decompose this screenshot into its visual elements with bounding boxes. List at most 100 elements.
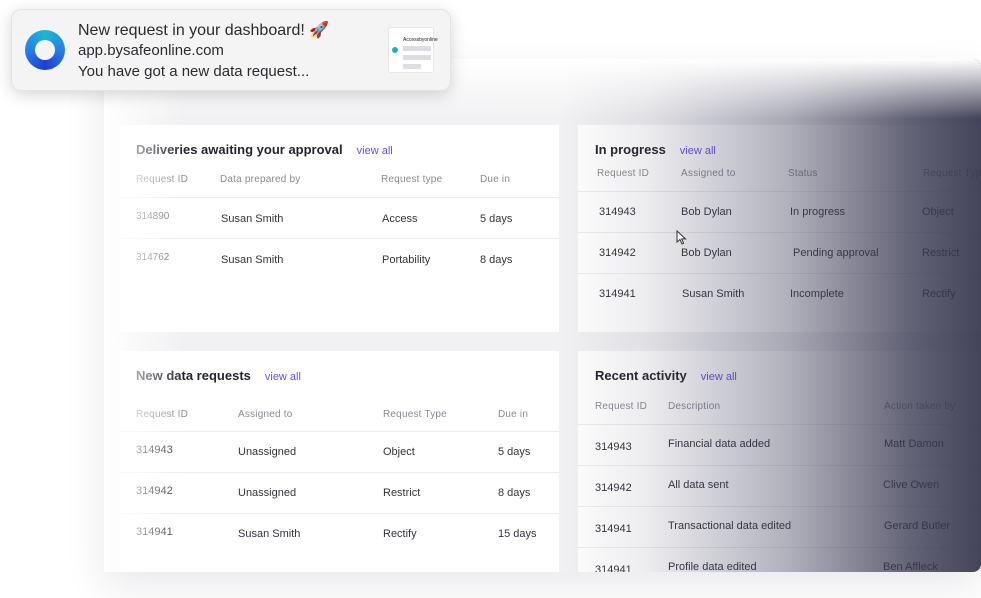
request-type: Portability [382,254,431,266]
status: In progress [790,206,846,218]
new-requests-view-all-link[interactable]: view all [265,371,301,383]
bysafe-logo-icon [25,30,65,70]
deliveries-panel: Deliveries awaiting your approval view a… [119,125,559,332]
request-id: 314943 [136,444,173,456]
request-type: Restrict [383,487,421,499]
column-header: Assigned to [681,168,736,179]
thumbnail-bar [403,46,431,51]
recent-activity-title: Recent activity [595,368,687,383]
due-in: 5 days [480,213,513,225]
notification-site: app.bysafeonline.com [78,42,224,59]
column-header: Request ID [597,168,650,179]
assigned-to: Unassigned [238,446,297,458]
request-type: Rectify [922,288,956,300]
request-type: Access [382,213,418,225]
request-id: 314943 [599,206,636,218]
column-header: Data prepared by [220,174,301,185]
assigned-to: Bob Dylan [681,206,732,218]
recent-activity-title-row: Recent activity view all [595,368,737,383]
column-header: Request Typ [923,168,981,179]
prepared-by: Susan Smith [221,254,284,266]
request-id: 314942 [599,247,636,259]
action-taken-by: Matt Damon [884,438,944,450]
deliveries-view-all-link[interactable]: view all [357,145,393,157]
new-requests-panel: New data requests view all Request ID As… [119,351,559,572]
description: All data sent [668,479,729,491]
thumbnail-dot-icon [392,47,398,53]
column-header: Request type [381,174,443,185]
action-taken-by: Gerard Butler [884,520,951,532]
request-type: Rectify [383,528,417,540]
column-header: Description [668,401,721,412]
column-header: Status [788,168,818,179]
table-row[interactable]: 314762 Susan Smith Portability 8 days [119,238,559,279]
notification-toast[interactable]: New request in your dashboard! 🚀 app.bys… [11,9,451,91]
description: Financial data added [668,438,771,450]
request-type: Object [922,206,954,218]
in-progress-view-all-link[interactable]: view all [680,145,716,157]
column-header: Due in [498,409,529,420]
in-progress-panel: In progress view all Request ID Assigned… [578,125,981,332]
column-header: Action taken by [884,401,956,412]
request-id: 314941 [595,523,632,535]
table-row[interactable]: 314941 Susan Smith Rectify 15 days [119,513,559,554]
thumbnail-text: Accessbyonline [403,37,438,43]
column-header: Request ID [136,409,189,420]
request-id: 314941 [599,288,636,300]
table-row[interactable]: 314942 Unassigned Restrict 8 days [119,472,559,513]
due-in: 8 days [498,487,531,499]
assigned-to: Unassigned [238,487,297,499]
column-header: Request ID [595,401,648,412]
request-type: Restrict [922,247,960,259]
notification-title: New request in your dashboard! 🚀 [78,22,330,39]
request-id: 314942 [136,485,173,497]
thumbnail-bar [403,64,421,69]
table-row[interactable]: 314943 Financial data added Matt Damon [578,424,981,465]
action-taken-by: Clive Owen [883,479,940,491]
request-id: 314943 [595,441,632,453]
column-header: Request Type [383,409,447,420]
assigned-to: Susan Smith [682,288,745,300]
request-id: 314762 [136,252,170,263]
table-row[interactable]: 314941 Susan Smith Incomplete Rectify [578,273,981,314]
due-in: 8 days [480,254,513,266]
thumbnail-bar [403,55,431,60]
notification-thumbnail: Accessbyonline [388,27,438,73]
column-header: Assigned to [238,409,293,420]
request-id: 314941 [595,564,632,572]
request-id: 314941 [136,526,173,538]
prepared-by: Susan Smith [221,213,284,225]
table-row[interactable]: 314890 Susan Smith Access 5 days [119,197,559,238]
table-row[interactable]: 314942 All data sent Clive Owen [578,465,981,506]
assigned-to: Bob Dylan [681,247,732,259]
status: Incomplete [790,288,844,300]
column-header: Due in [480,174,511,185]
action-taken-by: Ben Affleck [883,561,938,572]
column-header: Request ID [136,174,189,185]
dashboard: Deliveries awaiting your approval view a… [104,59,981,572]
new-requests-title: New data requests [136,368,251,383]
recent-activity-panel: Recent activity view all Request ID Desc… [578,351,981,572]
request-id: 314890 [136,211,170,222]
notification-message: You have got a new data request... [78,63,310,80]
table-row[interactable]: 314942 Bob Dylan Pending approval Restri… [578,232,981,273]
request-id: 314942 [595,482,632,494]
status: Pending approval [793,247,879,259]
table-row[interactable]: 314943 Unassigned Object 5 days [119,431,559,472]
table-row[interactable]: 314943 Bob Dylan In progress Object [578,191,981,232]
due-in: 5 days [498,446,531,458]
deliveries-title: Deliveries awaiting your approval [136,142,343,157]
mouse-cursor-icon [676,230,687,245]
description: Profile data edited [668,561,757,572]
in-progress-title-row: In progress view all [595,142,716,157]
description: Transactional data edited [668,520,792,532]
due-in: 15 days [498,528,537,540]
table-row[interactable]: 314941 Transactional data edited Gerard … [578,506,981,547]
assigned-to: Susan Smith [238,528,301,540]
deliveries-title-row: Deliveries awaiting your approval view a… [136,142,393,157]
new-requests-title-row: New data requests view all [136,368,301,383]
request-type: Object [383,446,415,458]
table-row[interactable]: 314941 Profile data edited Ben Affleck [578,547,981,572]
recent-activity-view-all-link[interactable]: view all [701,371,737,383]
in-progress-title: In progress [595,142,666,157]
